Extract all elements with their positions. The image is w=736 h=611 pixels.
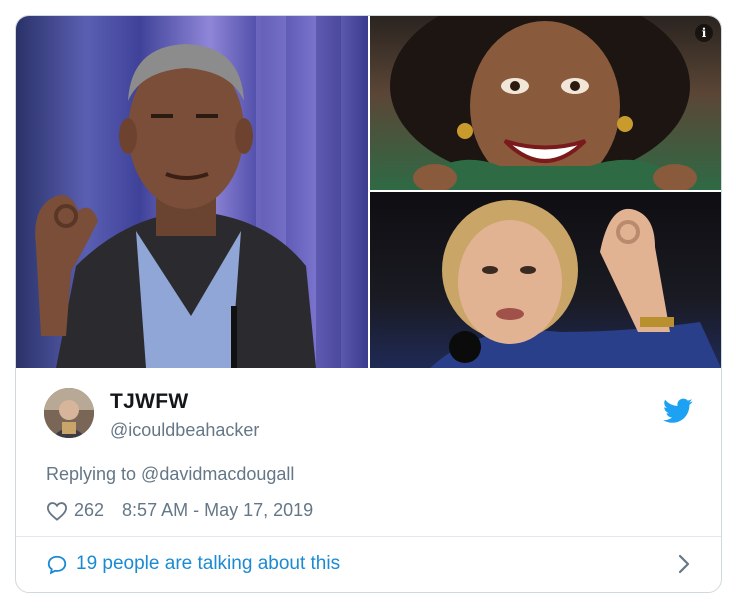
heart-icon[interactable] [46, 501, 68, 521]
like-count[interactable]: 262 [74, 500, 104, 521]
twitter-bird-icon[interactable] [663, 398, 693, 424]
photo-top-right-illustration [390, 16, 697, 190]
info-icon[interactable]: i [695, 24, 713, 42]
speech-bubble-icon [47, 555, 67, 575]
photo-bottom-right-illustration [430, 200, 721, 368]
media-grid[interactable]: i [16, 16, 721, 368]
conversation-footer[interactable]: 19 people are talking about this [16, 536, 721, 592]
tweet-body: TJWFW @icouldbeahacker Replying to @davi… [16, 368, 721, 536]
user-handle[interactable]: @icouldbeahacker [110, 420, 259, 441]
avatar-image [44, 388, 94, 438]
tweet-meta: 262 8:57 AM - May 17, 2019 [46, 500, 313, 521]
talking-about-link[interactable]: 19 people are talking about this [76, 553, 340, 575]
photo-top-right[interactable]: i [370, 16, 721, 190]
tweet-timestamp[interactable]: 8:57 AM - May 17, 2019 [122, 500, 313, 521]
photo-left-illustration [35, 16, 341, 368]
photo-left[interactable] [16, 16, 368, 368]
tweet-card[interactable]: i TJWFW @icouldbeahacker Replying to @da… [15, 15, 722, 593]
display-name[interactable]: TJWFW [110, 390, 188, 414]
replying-to[interactable]: Replying to @davidmacdougall [46, 464, 294, 485]
avatar[interactable] [44, 388, 94, 438]
chevron-right-icon[interactable] [677, 553, 691, 575]
photo-bottom-right[interactable] [370, 192, 721, 368]
